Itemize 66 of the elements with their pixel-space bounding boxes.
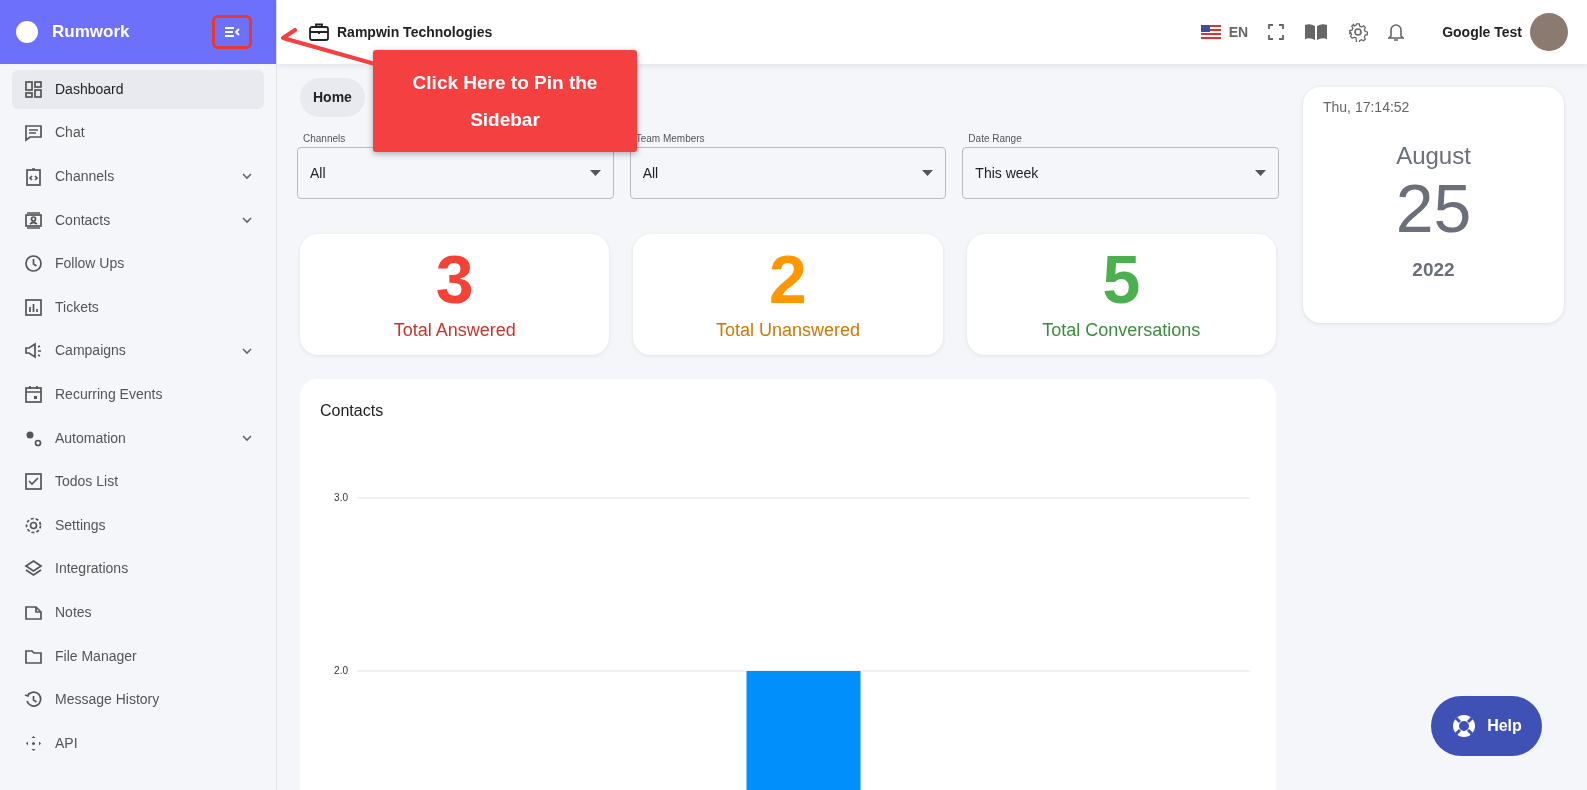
filter-label: Date Range <box>968 132 1023 146</box>
sidebar-item[interactable]: Notes <box>12 593 264 632</box>
calendar-icon <box>24 384 43 404</box>
stat-label: Total Conversations <box>1042 319 1201 342</box>
pin-sidebar-button[interactable] <box>212 15 252 49</box>
breadcrumb-link[interactable]: Home <box>300 78 365 117</box>
filter-dropdown[interactable]: This week <box>962 147 1279 199</box>
sidebar-item[interactable]: Settings <box>12 505 264 545</box>
sidebar-item[interactable]: Tickets <box>12 287 264 327</box>
history-icon <box>24 690 43 710</box>
sidebar-item[interactable]: Automation <box>12 418 264 458</box>
user-name[interactable]: Google Test <box>1442 21 1522 43</box>
axis-tick-label: 2.0 <box>334 665 348 676</box>
sidebar-item[interactable]: File Manager <box>12 636 264 676</box>
sidebar-item[interactable]: Message History <box>12 680 264 719</box>
clock-icon <box>24 254 43 274</box>
flag-icon[interactable] <box>1200 25 1221 39</box>
day-number: 25 <box>1395 174 1472 242</box>
sidebar-item[interactable]: API <box>12 723 264 763</box>
menu-icon <box>224 26 240 38</box>
filter-dropdown[interactable]: All <box>629 147 947 199</box>
help-button[interactable]: Help <box>1431 696 1542 756</box>
chart-icon <box>24 297 43 317</box>
grid-icon <box>24 79 43 99</box>
clock-time: Thu, 17:14:52 <box>1323 98 1410 117</box>
stat-label: Total Unanswered <box>715 319 861 342</box>
avatar[interactable] <box>1530 13 1568 51</box>
logo-icon <box>16 21 38 43</box>
stat-number: 2 <box>769 245 807 313</box>
megaphone-icon <box>24 341 43 361</box>
chart-title: Contacts <box>320 401 385 421</box>
filter-label: Team Members <box>635 132 706 146</box>
year-label: 2022 <box>1412 258 1455 282</box>
sidebar-item[interactable]: Recurring Events <box>12 375 264 414</box>
dropdown-caret-icon <box>589 170 601 176</box>
fullscreen-icon[interactable] <box>1268 24 1285 40</box>
filter-label: Channels <box>303 132 347 146</box>
month-label: August <box>1396 141 1471 171</box>
layers-icon <box>24 559 43 579</box>
chat-icon <box>24 123 43 143</box>
sidebar-item[interactable]: Channels <box>12 157 264 196</box>
stat-number: 5 <box>1102 245 1141 313</box>
sidebar-item[interactable]: Integrations <box>12 549 264 589</box>
tooltip-callout: Click Here to Pin the Sidebar <box>373 50 637 152</box>
book-icon[interactable] <box>1304 23 1329 41</box>
language-label[interactable]: EN <box>1228 21 1249 43</box>
sidebar-item[interactable]: Contacts <box>12 200 264 240</box>
notification-bell-icon[interactable] <box>1388 22 1405 42</box>
contact-card-icon <box>24 210 43 230</box>
sidebar-item[interactable]: Todos List <box>12 462 264 501</box>
company-name: Rampwin Technologies <box>337 22 493 42</box>
stat-number: 3 <box>435 245 474 313</box>
code-clipboard-icon <box>24 167 43 186</box>
axis-tick-label: 3.0 <box>334 492 348 503</box>
brand-name: Rumwork <box>52 21 130 44</box>
dropdown-caret-icon <box>922 170 934 176</box>
checkbox-icon <box>24 472 43 492</box>
sidebar-item[interactable]: Chat <box>12 113 264 153</box>
sidebar-item[interactable]: Follow Ups <box>12 244 264 283</box>
arrows-icon <box>24 733 43 753</box>
sidebar-item[interactable]: Campaigns <box>12 331 264 371</box>
stat-label: Total Answered <box>393 319 516 342</box>
briefcase-icon <box>309 23 329 41</box>
dropdown-caret-icon <box>1255 170 1266 176</box>
lifebuoy-icon <box>1451 713 1478 739</box>
sidebar-item[interactable]: Dashboard <box>12 70 264 109</box>
